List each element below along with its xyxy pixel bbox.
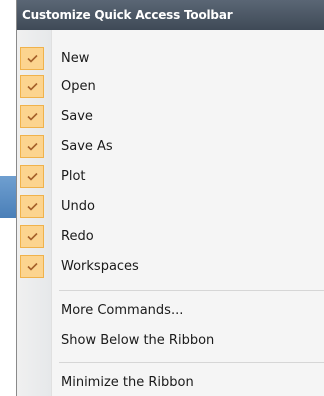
- checkmark-icon: [20, 165, 44, 188]
- menu-item-plot[interactable]: Plot: [17, 164, 324, 189]
- checkmark-icon: [20, 225, 44, 248]
- menu-item-label: Minimize the Ribbon: [61, 375, 194, 390]
- menu-item-label: New: [61, 51, 90, 66]
- menu-item-label: More Commands...: [61, 303, 184, 318]
- menu-item-label: Save: [61, 109, 93, 124]
- menu-title: Customize Quick Access Toolbar: [17, 0, 324, 30]
- menu-item-new[interactable]: New: [17, 46, 324, 71]
- menu-item-label: Workspaces: [61, 259, 139, 274]
- checkmark-icon: [20, 75, 44, 98]
- checkmark-icon: [20, 195, 44, 218]
- checkmark-icon: [20, 105, 44, 128]
- menu-item-open[interactable]: Open: [17, 74, 324, 99]
- menu-separator: [59, 362, 324, 363]
- menu-item-save[interactable]: Save: [17, 104, 324, 129]
- checkmark-icon: [20, 255, 44, 278]
- checkmark-icon: [20, 135, 44, 158]
- menu-item-label: Plot: [61, 169, 86, 184]
- menu-item-show-below-ribbon[interactable]: Show Below the Ribbon: [17, 328, 324, 353]
- background-ribbon-strip: [0, 176, 16, 218]
- menu-separator: [59, 290, 324, 291]
- menu-item-undo[interactable]: Undo: [17, 194, 324, 219]
- customize-qat-menu: Customize Quick Access Toolbar New Open …: [16, 0, 324, 396]
- menu-item-label: Show Below the Ribbon: [61, 333, 215, 348]
- menu-item-workspaces[interactable]: Workspaces: [17, 254, 324, 279]
- menu-item-redo[interactable]: Redo: [17, 224, 324, 249]
- menu-item-save-as[interactable]: Save As: [17, 134, 324, 159]
- menu-item-label: Open: [61, 79, 96, 94]
- menu-item-label: Save As: [61, 139, 113, 154]
- menu-item-label: Redo: [61, 229, 94, 244]
- checkmark-icon: [20, 47, 44, 70]
- menu-item-label: Undo: [61, 199, 95, 214]
- menu-item-more-commands[interactable]: More Commands...: [17, 298, 324, 323]
- menu-item-minimize-ribbon[interactable]: Minimize the Ribbon: [17, 370, 324, 395]
